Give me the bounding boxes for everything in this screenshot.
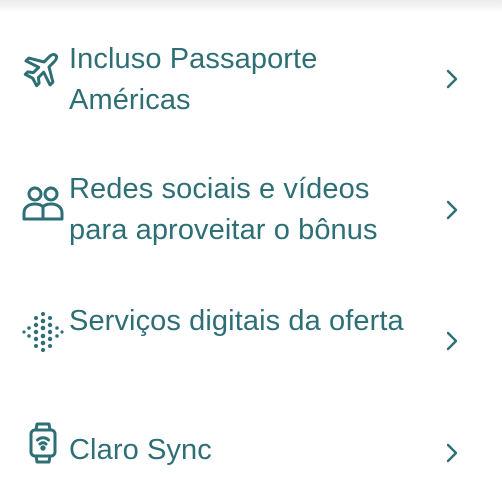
- list-item-label: Redes sociais e vídeos para aproveitar o…: [69, 173, 378, 246]
- smartwatch-icon: [21, 421, 65, 465]
- chevron-right-icon[interactable]: [440, 67, 464, 91]
- list-item-label: Serviços digitais da oferta: [69, 305, 404, 337]
- list-item-passaporte-americas[interactable]: Incluso Passaporte Américas: [0, 38, 502, 122]
- list-item-servicos-digitais[interactable]: Serviços digitais da oferta: [0, 300, 502, 384]
- list-item-redes-sociais[interactable]: Redes sociais e vídeos para aproveitar o…: [0, 168, 502, 252]
- airplane-icon: [21, 46, 65, 90]
- list-item-label: Claro Sync: [69, 434, 212, 466]
- list-item-claro-sync[interactable]: Claro Sync: [0, 422, 502, 477]
- chevron-right-icon[interactable]: [440, 441, 464, 465]
- chevron-right-icon[interactable]: [440, 329, 464, 353]
- chevron-right-icon[interactable]: [440, 198, 464, 222]
- dots-burst-icon: [21, 310, 65, 354]
- top-shadow: [0, 0, 502, 12]
- users-icon: [21, 182, 65, 226]
- list-item-label: Incluso Passaporte Américas: [69, 43, 318, 116]
